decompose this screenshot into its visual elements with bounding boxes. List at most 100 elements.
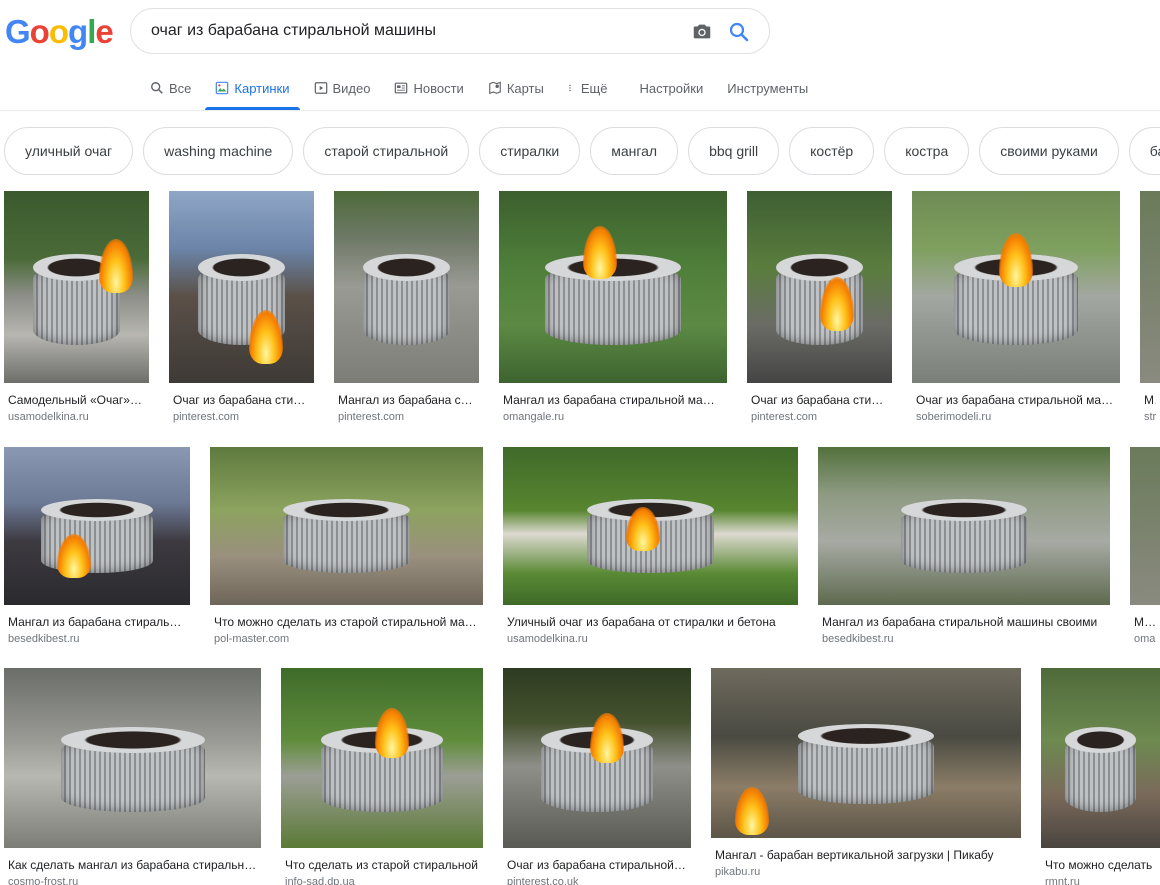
image-result[interactable]: Манг omar [1130, 447, 1160, 661]
result-title[interactable]: Мангал из барабана стиральной машины сво… [822, 615, 1106, 629]
tab-label: Инструменты [727, 80, 809, 96]
image-result[interactable]: Очаг из барабана стиральной pinterest.com [169, 191, 314, 439]
image-result[interactable]: Что можно сделать rmnt.ru [1041, 668, 1160, 885]
result-source[interactable]: usamodelkina.ru [507, 633, 794, 645]
result-title[interactable]: Очаг из барабана стиральной машины [507, 858, 687, 872]
logo-letter: g [68, 13, 88, 50]
result-source[interactable]: cosmo-frost.ru [8, 876, 257, 885]
fire-graphic [98, 239, 133, 293]
result-thumbnail[interactable] [4, 191, 149, 383]
result-title[interactable]: Что можно сделать [1045, 858, 1156, 872]
image-result[interactable]: Как сделать мангал из барабана стирально… [4, 668, 261, 885]
result-source[interactable]: omangale.ru [503, 411, 723, 423]
result-title[interactable]: Мангал из барабана стиральной машины [503, 393, 723, 407]
chip[interactable]: ба [1128, 127, 1160, 175]
tab-label: Картинки [234, 80, 290, 96]
chip[interactable]: костёр [789, 127, 875, 175]
chip[interactable]: bbq grill [688, 127, 780, 175]
result-source[interactable]: omar [1134, 633, 1156, 645]
result-source[interactable]: pinterest.co.uk [507, 876, 687, 885]
search-input[interactable] [151, 9, 671, 53]
result-source[interactable]: pikabu.ru [715, 866, 1017, 878]
result-thumbnail[interactable] [4, 668, 261, 848]
result-thumbnail[interactable] [818, 447, 1110, 605]
tab-images[interactable]: Картинки [205, 70, 300, 110]
drum-rim-graphic [41, 499, 153, 522]
image-result[interactable]: Ма stro [1140, 191, 1160, 439]
result-source[interactable]: info-sad.dp.ua [285, 876, 479, 885]
result-title[interactable]: Очаг из барабана стиральной [173, 393, 310, 407]
image-result[interactable]: Очаг из барабана стиральной машины pinter… [503, 668, 691, 885]
result-title[interactable]: Мангал из барабана стиральной [8, 615, 186, 629]
tab-label: Все [169, 80, 192, 96]
more-vert-icon [569, 84, 571, 92]
result-title[interactable]: Уличный очаг из барабана от стиралки и б… [507, 615, 794, 629]
result-source[interactable]: pol-master.com [214, 633, 479, 645]
google-logo[interactable]: Google [5, 13, 114, 51]
result-thumbnail[interactable] [912, 191, 1120, 383]
image-result[interactable]: Мангал из барабана стиральной pinterest.c… [334, 191, 479, 439]
chip[interactable]: мангал [590, 127, 679, 175]
result-source[interactable]: rmnt.ru [1045, 876, 1156, 885]
result-title[interactable]: Манг [1134, 615, 1156, 629]
result-thumbnail[interactable] [334, 191, 479, 383]
result-thumbnail[interactable] [503, 668, 691, 848]
tab-all[interactable]: Все [150, 70, 191, 106]
image-result[interactable]: Самодельный «Очаг» из барабана usamodelki… [4, 191, 149, 439]
image-result[interactable]: Мангал из барабана стиральной машины oman… [499, 191, 727, 439]
result-title[interactable]: Мангал - барабан вертикальной загрузки |… [715, 848, 1017, 862]
chip[interactable]: уличный очаг [4, 127, 134, 175]
chip[interactable]: washing machine [143, 127, 294, 175]
result-source[interactable]: besedkibest.ru [8, 633, 186, 645]
search-icon[interactable] [727, 20, 751, 44]
result-thumbnail[interactable] [711, 668, 1021, 838]
image-result[interactable]: Что сделать из старой стиральной info-sad… [281, 668, 483, 885]
result-thumbnail[interactable] [210, 447, 483, 605]
image-result[interactable]: Мангал из барабана стиральной машины сво… [818, 447, 1110, 661]
result-source[interactable]: stro [1144, 411, 1156, 423]
result-thumbnail[interactable] [4, 447, 190, 605]
result-thumbnail[interactable] [1140, 191, 1160, 383]
result-source[interactable]: besedkibest.ru [822, 633, 1106, 645]
tab-maps[interactable]: Карты [488, 70, 544, 106]
chip[interactable]: костра [884, 127, 970, 175]
tab-news[interactable]: Новости [394, 70, 464, 106]
tab-video[interactable]: Видео [314, 70, 370, 106]
result-source[interactable]: pinterest.com [338, 411, 475, 423]
image-result[interactable]: Очаг из барабана стиральной pinterest.com [747, 191, 892, 439]
tab-tools[interactable]: Инструменты [727, 70, 808, 106]
result-source[interactable]: pinterest.com [173, 411, 310, 423]
chip[interactable]: своими руками [979, 127, 1119, 175]
result-title[interactable]: Что можно сделать из старой стиральной м… [214, 615, 479, 629]
result-thumbnail[interactable] [503, 447, 798, 605]
result-title[interactable]: Очаг из барабана стиральной машины [916, 393, 1116, 407]
result-thumbnail[interactable] [1130, 447, 1160, 605]
result-thumbnail[interactable] [281, 668, 483, 848]
result-source[interactable]: soberimodeli.ru [916, 411, 1116, 423]
camera-icon[interactable] [691, 21, 713, 43]
result-title[interactable]: Что сделать из старой стиральной [285, 858, 479, 872]
search-icon [151, 82, 163, 94]
result-title[interactable]: Ма [1144, 393, 1156, 407]
chip[interactable]: стиралки [479, 127, 581, 175]
result-thumbnail[interactable] [169, 191, 314, 383]
chip[interactable]: старой стиральной [303, 127, 470, 175]
result-title[interactable]: Мангал из барабана стиральной [338, 393, 475, 407]
image-result[interactable]: Уличный очаг из барабана от стиралки и б… [503, 447, 798, 661]
image-result[interactable]: Мангал - барабан вертикальной загрузки |… [711, 668, 1021, 885]
result-thumbnail[interactable] [747, 191, 892, 383]
drum-rim-graphic [283, 499, 410, 522]
fire-graphic [590, 713, 624, 764]
image-result[interactable]: Мангал из барабана стиральной besedkibest… [4, 447, 190, 661]
result-source[interactable]: pinterest.com [751, 411, 888, 423]
result-thumbnail[interactable] [1041, 668, 1160, 848]
image-result[interactable]: Очаг из барабана стиральной машины soberi… [912, 191, 1120, 439]
result-title[interactable]: Самодельный «Очаг» из барабана [8, 393, 145, 407]
result-thumbnail[interactable] [499, 191, 727, 383]
result-title[interactable]: Как сделать мангал из барабана стирально… [8, 858, 257, 872]
image-result[interactable]: Что можно сделать из старой стиральной м… [210, 447, 483, 661]
result-title[interactable]: Очаг из барабана стиральной [751, 393, 888, 407]
tab-more[interactable]: Ещё [568, 70, 607, 106]
tab-settings[interactable]: Настройки [639, 70, 703, 106]
result-source[interactable]: usamodelkina.ru [8, 411, 145, 423]
